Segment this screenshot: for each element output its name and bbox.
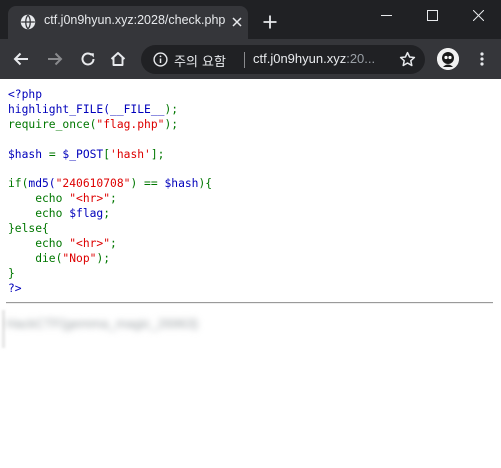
redaction-edge: [2, 310, 5, 348]
horizontal-rule: [6, 302, 493, 304]
code-token: die(: [8, 251, 63, 265]
omnibox-divider: [244, 52, 245, 68]
security-label[interactable]: 주의 요함: [174, 51, 226, 70]
code-token: );: [164, 117, 179, 131]
code-token: ) ==: [130, 177, 165, 191]
code-line: require_once("flag.php");: [8, 118, 212, 133]
arrow-right-icon[interactable]: [46, 50, 64, 68]
code-line: echo $flag;: [8, 207, 212, 222]
url-host: ctf.j0n9hyun.xyz: [253, 51, 347, 66]
tab-title: ctf.j0n9hyun.xyz:2028/check.php: [44, 13, 226, 27]
code-token: <?php: [8, 88, 43, 101]
info-icon[interactable]: [153, 52, 168, 67]
code-token: ){: [198, 177, 213, 191]
plus-icon[interactable]: [262, 14, 278, 30]
code-token: "flag.php": [96, 117, 165, 131]
avatar[interactable]: [437, 48, 459, 70]
source-code-block: <?php highlight_FILE(__FILE__); require_on…: [8, 88, 212, 296]
code-token: "Nop": [62, 251, 97, 265]
code-token: 'hash': [110, 147, 151, 161]
code-token: ;: [110, 192, 117, 206]
code-token: );: [164, 102, 179, 116]
home-icon[interactable]: [109, 50, 127, 68]
url-text[interactable]: ctf.j0n9hyun.xyz:20...: [253, 51, 395, 66]
browser-tab[interactable]: ctf.j0n9hyun.xyz:2028/check.php: [8, 6, 248, 39]
code-token: $hash: [164, 177, 199, 191]
code-token: "240610708": [55, 177, 131, 191]
code-token: }else{: [8, 222, 49, 236]
code-token: echo: [8, 236, 70, 250]
close-window-icon: [472, 9, 484, 21]
page-content: <?php highlight_FILE(__FILE__); require_on…: [0, 79, 501, 468]
code-line: $hash = $_POST['hash'];: [8, 148, 212, 163]
code-token: ?>: [8, 281, 22, 295]
arrow-left-icon[interactable]: [12, 50, 30, 68]
code-line: }else{: [8, 222, 212, 237]
code-token: if(: [8, 177, 29, 191]
code-token: =: [48, 147, 63, 161]
maximize-icon: [426, 9, 438, 21]
code-line: die("Nop");: [8, 252, 212, 267]
code-token: $_POST: [62, 147, 104, 161]
reload-icon[interactable]: [79, 50, 97, 68]
code-token: highlight_FILE(: [8, 102, 111, 116]
address-bar[interactable]: 주의 요함 ctf.j0n9hyun.xyz:20...: [141, 45, 425, 74]
code-line: }: [8, 267, 212, 282]
code-line: highlight_FILE(__FILE__);: [8, 103, 212, 118]
browser-toolbar: 주의 요함 ctf.j0n9hyun.xyz:20...: [0, 39, 501, 79]
close-window-button[interactable]: [455, 0, 501, 30]
code-token: __FILE__: [110, 102, 165, 116]
code-token: md5(: [28, 177, 56, 191]
code-token: require_once(: [8, 117, 97, 131]
code-token: echo: [8, 192, 70, 206]
close-icon[interactable]: [230, 15, 244, 29]
code-token: ;: [110, 236, 117, 250]
code-token: "<hr>": [69, 192, 111, 206]
code-token: $flag: [69, 207, 104, 221]
browser-titlebar: ctf.j0n9hyun.xyz:2028/check.php: [0, 0, 501, 39]
code-line: echo "<hr>";: [8, 237, 212, 252]
code-token: );: [96, 251, 111, 265]
avatar-image: [437, 48, 459, 70]
minimize-button[interactable]: [363, 0, 409, 30]
code-token: }: [8, 266, 15, 280]
star-icon[interactable]: [399, 51, 416, 68]
code-line: if(md5("240610708") == $hash){: [8, 177, 212, 192]
code-line: <?php: [8, 88, 212, 103]
code-token: "<hr>": [69, 236, 111, 250]
code-token: ;: [103, 207, 111, 221]
code-token: $hash: [8, 147, 49, 161]
code-token: echo: [8, 207, 70, 221]
flag-output: HackCTF{gemma_magic_26963}: [6, 316, 199, 331]
code-line: echo "<hr>";: [8, 192, 212, 207]
url-rest: :20...: [346, 51, 376, 66]
kebab-menu-icon[interactable]: [474, 51, 490, 67]
minimize-icon: [380, 14, 392, 16]
globe-icon: [20, 14, 36, 30]
code-token: ];: [150, 147, 165, 161]
maximize-button[interactable]: [409, 0, 455, 30]
code-line: ?>: [8, 282, 212, 297]
